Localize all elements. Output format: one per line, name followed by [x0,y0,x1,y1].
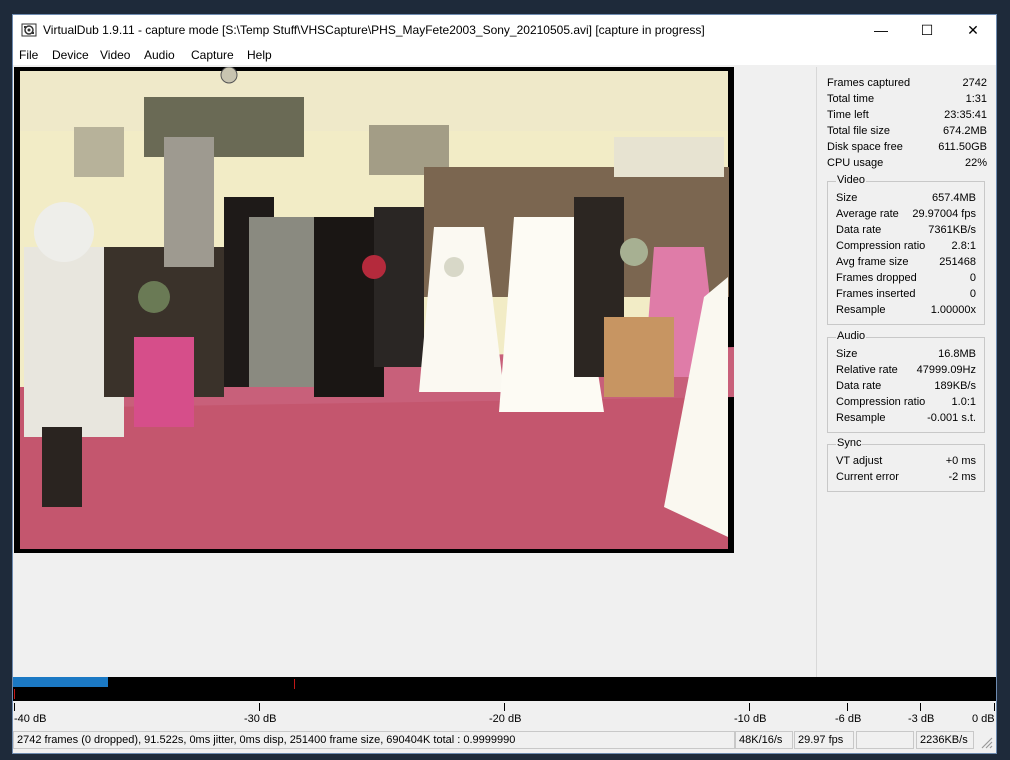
db-label-minus30: -30 dB [244,713,277,725]
db-scale: -40 dB -30 dB -20 dB -10 dB -6 dB -3 dB … [13,701,996,729]
video-avg-frame-size: Avg frame size 251468 [836,256,976,268]
db-label-minus3: -3 dB [908,713,935,725]
maximize-button[interactable]: ☐ [904,15,950,45]
status-fps: 29.97 fps [794,731,854,749]
minimize-button[interactable]: — [858,15,904,45]
stat-total-time: Total time 1:31 [827,93,987,105]
menu-capture[interactable]: Capture [191,48,234,62]
db-tick [994,703,995,711]
capture-stats-panel: Frames captured 2742 Total time 1:31 Time … [816,67,996,677]
db-label-minus20: -20 dB [489,713,522,725]
menu-audio[interactable]: Audio [144,48,175,62]
capture-window: VirtualDub 1.9.11 - capture mode [S:\Tem… [12,14,997,754]
close-icon: ✕ [967,21,979,38]
db-label-minus6: -6 dB [835,713,862,725]
audio-peak-marker [294,679,295,689]
audio-floor-marker [14,689,15,699]
db-label-minus10: -10 dB [734,713,767,725]
status-datarate: 2236KB/s [916,731,974,749]
video-preview[interactable] [14,67,734,553]
sync-vt-adjust: VT adjust +0 ms [836,455,976,467]
menu-video[interactable]: Video [100,48,130,62]
resize-grip-icon[interactable] [979,735,993,749]
minimize-icon: — [874,22,888,38]
db-tick [749,703,750,711]
status-audio-format: 48K/16/s [735,731,793,749]
status-bar: 2742 frames (0 dropped), 91.522s, 0ms ji… [13,729,996,753]
menu-file[interactable]: File [19,48,38,62]
db-tick [920,703,921,711]
audio-level-meter [13,677,996,701]
db-label-0: 0 dB [972,713,995,725]
audio-data-rate: Data rate 189KB/s [836,380,976,392]
video-frames-dropped: Frames dropped 0 [836,272,976,284]
stat-disk-space-free: Disk space free 611.50GB [827,141,987,153]
menu-device[interactable]: Device [52,48,89,62]
video-frame-image [20,67,734,549]
video-frames-inserted: Frames inserted 0 [836,288,976,300]
audio-relative-rate: Relative rate 47999.09Hz [836,364,976,376]
sync-group-label: Sync [836,437,863,449]
db-tick [847,703,848,711]
audio-level-fill [13,677,108,687]
virtualdub-app-icon[interactable] [21,22,37,38]
sync-current-error: Current error -2 ms [836,471,976,483]
stat-cpu-usage: CPU usage 22% [827,157,987,169]
menu-help[interactable]: Help [247,48,272,62]
title-bar[interactable]: VirtualDub 1.9.11 - capture mode [S:\Tem… [13,15,996,45]
audio-compression-ratio: Compression ratio 1.0:1 [836,396,976,408]
window-title: VirtualDub 1.9.11 - capture mode [S:\Tem… [43,23,705,37]
menu-bar: File Device Video Audio Capture Help [13,45,996,65]
db-tick [259,703,260,711]
stat-frames-captured: Frames captured 2742 [827,77,987,89]
video-average-rate: Average rate 29.97004 fps [836,208,976,220]
video-compression-ratio: Compression ratio 2.8:1 [836,240,976,252]
status-blank [856,731,914,749]
video-group: Video Size 657.4MB Average rate 29.97004 f… [827,174,985,325]
db-tick [14,703,15,711]
video-group-label: Video [836,174,866,186]
audio-group-label: Audio [836,330,867,342]
stat-total-file-size: Total file size 674.2MB [827,125,987,137]
video-resample: Resample 1.00000x [836,304,976,316]
audio-group: Audio Size 16.8MB Relative rate 47999.09Hz… [827,330,985,433]
close-button[interactable]: ✕ [950,15,996,45]
audio-resample: Resample -0.001 s.t. [836,412,976,424]
video-data-rate: Data rate 7361KB/s [836,224,976,236]
audio-size: Size 16.8MB [836,348,976,360]
video-size: Size 657.4MB [836,192,976,204]
sync-group: Sync VT adjust +0 ms Current error -2 ms [827,437,985,492]
status-main: 2742 frames (0 dropped), 91.522s, 0ms ji… [13,731,735,749]
db-label-minus40: -40 dB [14,713,47,725]
stat-time-left: Time left 23:35:41 [827,109,987,121]
maximize-icon: ☐ [920,21,934,38]
db-tick [504,703,505,711]
